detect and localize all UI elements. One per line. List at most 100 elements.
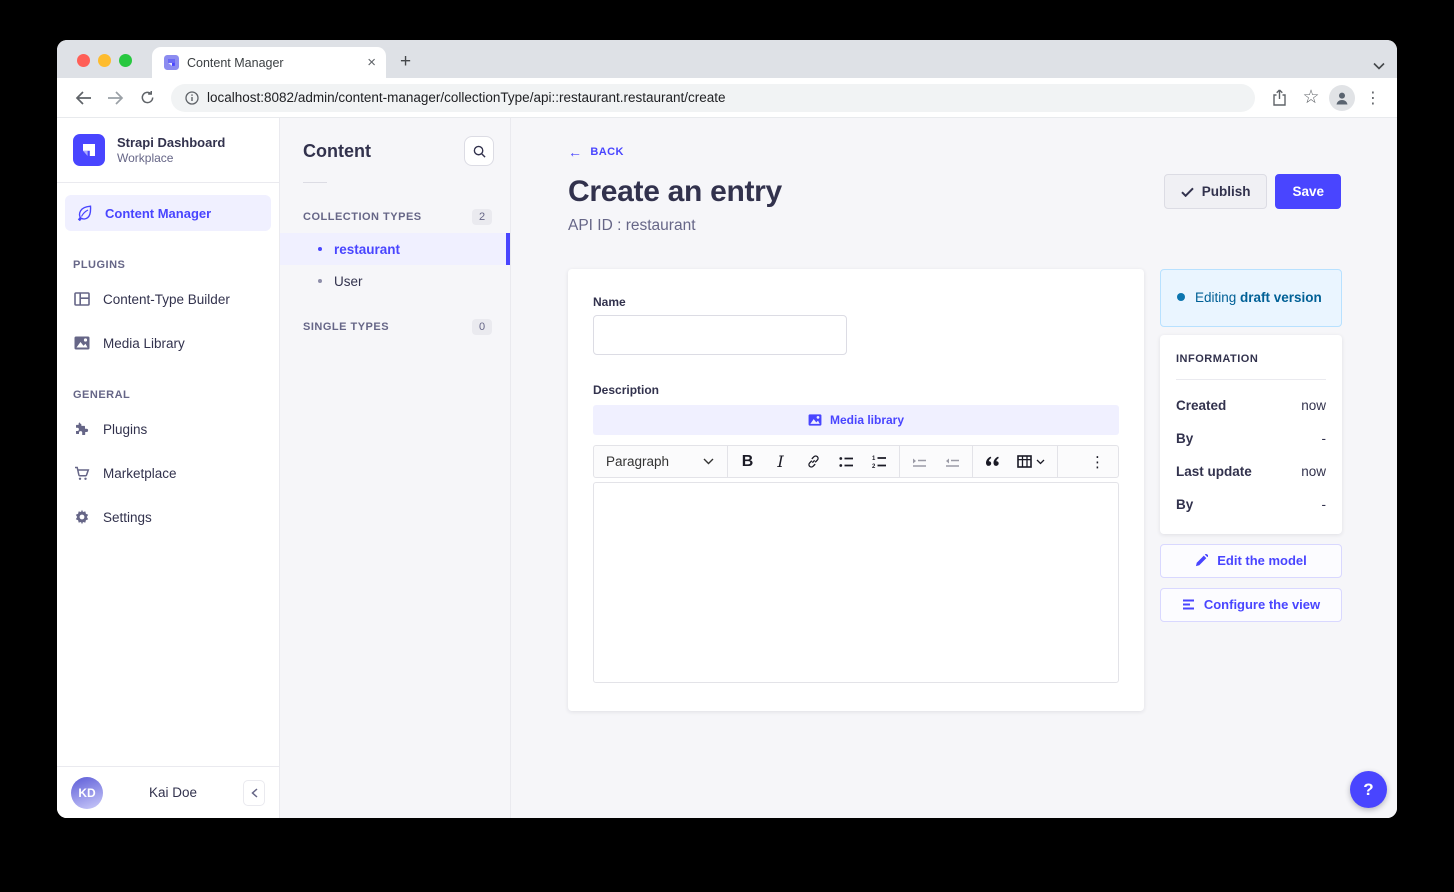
browser-menu-kebab-icon[interactable]: ⋮ [1359, 84, 1387, 112]
cart-icon [73, 466, 91, 481]
link-button[interactable] [797, 448, 830, 475]
single-types-heading: SINGLE TYPES [303, 321, 389, 333]
user-name[interactable]: Kai Doe [103, 785, 243, 800]
rich-text-editor-area[interactable] [593, 482, 1119, 683]
help-button[interactable]: ? [1350, 771, 1387, 808]
sidebar-item-label: Content-Type Builder [103, 292, 230, 307]
outdent-button[interactable] [936, 448, 969, 475]
indent-button[interactable] [903, 448, 936, 475]
edit-model-button[interactable]: Edit the model [1160, 544, 1342, 578]
sidebar-footer: KD Kai Doe [57, 766, 279, 818]
url-text: localhost:8082/admin/content-manager/col… [207, 90, 726, 105]
tab-close-icon[interactable]: × [367, 55, 376, 70]
tab-search-chevron-icon[interactable] [1373, 62, 1385, 70]
draft-dot-icon [1177, 293, 1185, 301]
save-button[interactable]: Save [1275, 174, 1341, 209]
page-title: Create an entry [568, 175, 782, 209]
content-manager-pen-icon [77, 205, 93, 221]
strapi-logo-icon [73, 134, 105, 166]
workspace-brand[interactable]: Strapi Dashboard Workplace [57, 118, 279, 183]
sidebar-item-label: Marketplace [103, 466, 177, 481]
sidebar-item-content-manager[interactable]: Content Manager [65, 195, 271, 231]
numbered-list-button[interactable]: 12 [863, 448, 896, 475]
browser-toolbar: localhost:8082/admin/content-manager/col… [57, 78, 1397, 118]
collapse-sidebar-button[interactable] [243, 780, 265, 806]
entry-form-card: Name Description Media library Paragraph [568, 269, 1144, 711]
bold-button[interactable]: B [731, 448, 764, 475]
sidebar-item-plugins[interactable]: Plugins [73, 407, 263, 451]
bookmark-star-icon[interactable]: ☆ [1297, 84, 1325, 112]
info-row-created-by: By - [1176, 431, 1326, 446]
sidebar-section-general: GENERAL [73, 389, 263, 401]
collection-types-heading: COLLECTION TYPES [303, 211, 422, 223]
info-row-updated-by: By - [1176, 497, 1326, 512]
back-link[interactable]: ← BACK [568, 144, 624, 160]
toolbar-more-kebab-icon[interactable]: ⋮ [1081, 448, 1114, 475]
media-library-button[interactable]: Media library [593, 405, 1119, 435]
sidebar-item-settings[interactable]: Settings [73, 495, 263, 539]
search-button[interactable] [464, 136, 494, 166]
tab-title: Content Manager [187, 56, 359, 70]
blockquote-button[interactable] [976, 448, 1009, 475]
user-avatar[interactable]: KD [71, 777, 103, 809]
reload-icon[interactable] [133, 84, 161, 112]
site-info-icon[interactable] [185, 91, 199, 105]
italic-button[interactable]: I [764, 448, 797, 475]
media-library-image-icon [808, 414, 822, 426]
back-arrow-icon: ← [568, 144, 582, 160]
gear-icon [73, 509, 91, 525]
name-input[interactable] [593, 315, 847, 355]
info-row-last-update: Last update now [1176, 464, 1326, 479]
configure-view-button[interactable]: Configure the view [1160, 588, 1342, 622]
layout-grid-icon [73, 292, 91, 306]
browser-profile-avatar[interactable] [1329, 85, 1355, 111]
tab-strip: Content Manager × + [57, 40, 1397, 78]
browser-tab[interactable]: Content Manager × [152, 47, 386, 78]
new-tab-button[interactable]: + [400, 51, 411, 73]
zoom-window-button[interactable] [119, 54, 132, 67]
address-bar[interactable]: localhost:8082/admin/content-manager/col… [171, 84, 1255, 112]
window-controls[interactable] [77, 54, 132, 67]
check-icon [1181, 187, 1194, 197]
bulleted-list-button[interactable] [830, 448, 863, 475]
single-types-count-badge: 0 [472, 319, 492, 335]
subnav-item-restaurant[interactable]: restaurant [280, 233, 510, 265]
sidebar-item-label: Settings [103, 510, 152, 525]
sidebar-section-plugins: PLUGINS [73, 259, 263, 271]
paragraph-style-dropdown[interactable]: Paragraph [598, 446, 724, 477]
share-icon[interactable] [1265, 84, 1293, 112]
table-button[interactable] [1009, 448, 1053, 475]
collection-types-count-badge: 2 [472, 209, 492, 225]
description-field-label: Description [593, 383, 1119, 397]
api-id-subtitle: API ID : restaurant [568, 217, 1341, 235]
workspace-subtitle: Workplace [117, 151, 225, 165]
chevron-down-icon [703, 458, 714, 465]
info-row-created: Created now [1176, 398, 1326, 413]
puzzle-icon [73, 421, 91, 437]
forward-icon[interactable] [101, 84, 129, 112]
sidebar-item-content-type-builder[interactable]: Content-Type Builder [73, 277, 263, 321]
sidebar-item-label: Media Library [103, 336, 185, 351]
information-title: INFORMATION [1176, 353, 1326, 365]
draft-status-text: Editing draft version [1195, 288, 1322, 308]
subnav-title: Content [303, 141, 371, 162]
sidebar-item-marketplace[interactable]: Marketplace [73, 451, 263, 495]
list-settings-icon [1182, 599, 1195, 610]
divider [1176, 379, 1326, 380]
content-subnav: Content COLLECTION TYPES 2 restaurant Us… [280, 118, 511, 818]
rich-text-toolbar: Paragraph B I [593, 445, 1119, 478]
subnav-item-user[interactable]: User [280, 265, 510, 297]
browser-window: Content Manager × + localhost:8082/admin… [57, 40, 1397, 818]
sidebar-item-media-library[interactable]: Media Library [73, 321, 263, 365]
close-window-button[interactable] [77, 54, 90, 67]
pencil-icon [1195, 554, 1208, 567]
subnav-item-label: restaurant [334, 242, 400, 257]
information-card: INFORMATION Created now By - Last update [1160, 335, 1342, 534]
svg-text:2: 2 [872, 464, 876, 468]
name-field-label: Name [593, 295, 1119, 309]
chevron-down-icon [1036, 459, 1045, 465]
back-icon[interactable] [69, 84, 97, 112]
minimize-window-button[interactable] [98, 54, 111, 67]
workspace-title: Strapi Dashboard [117, 135, 225, 150]
publish-button[interactable]: Publish [1164, 174, 1268, 209]
